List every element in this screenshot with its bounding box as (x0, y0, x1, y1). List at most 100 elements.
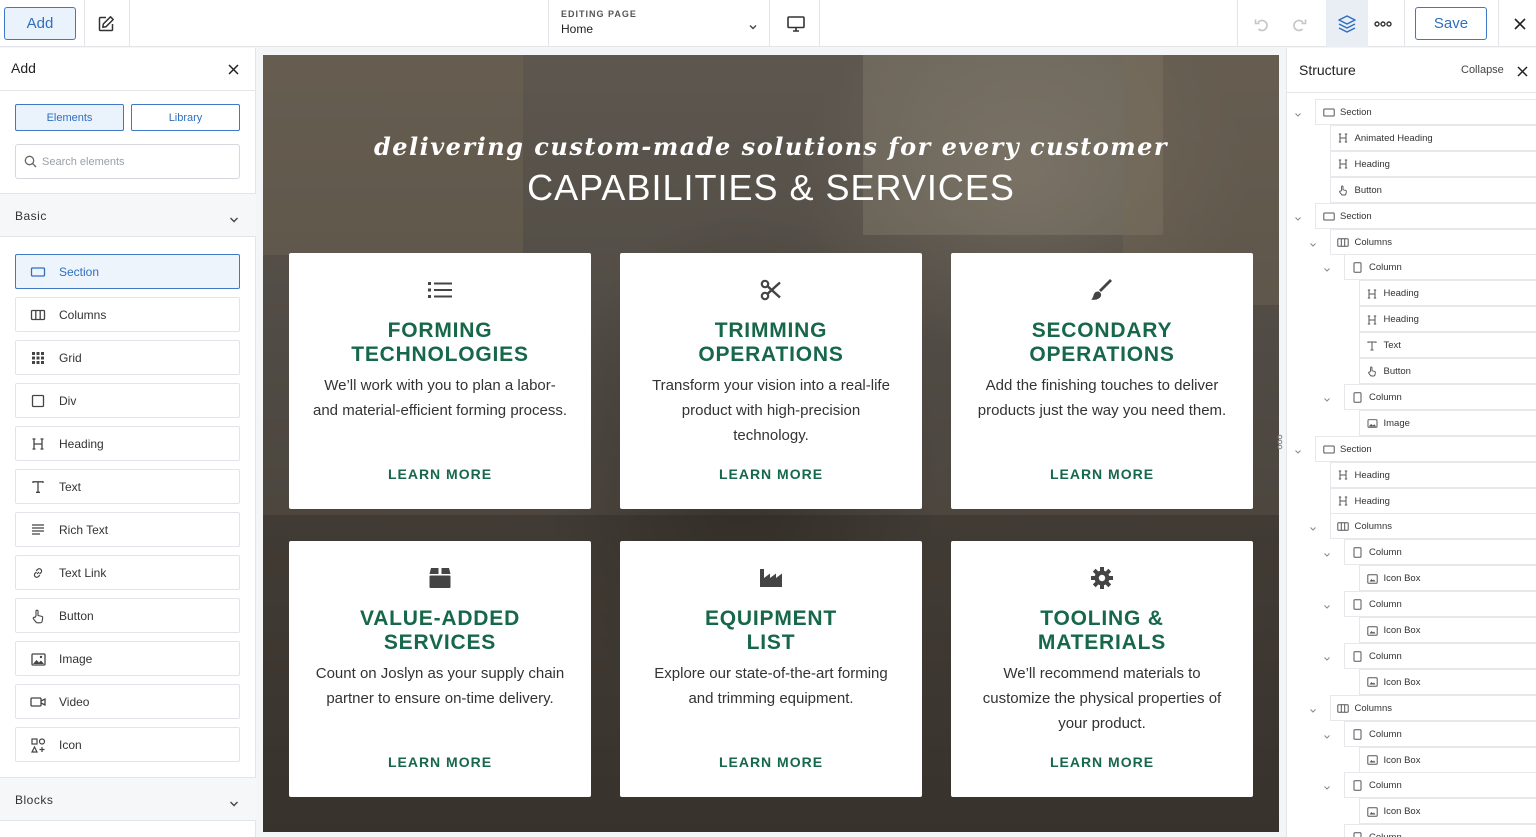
tree-node-icon-box[interactable]: Icon Box (1358, 746, 1536, 773)
add-button[interactable]: Add (4, 7, 76, 40)
tree-node-columns[interactable]: Columns (1329, 228, 1536, 255)
learn-more-link[interactable]: LEARN MORE (289, 754, 591, 770)
element-video[interactable]: Video (15, 684, 240, 719)
tab-elements[interactable]: Elements (15, 104, 124, 131)
hero-title[interactable]: CAPABILITIES & SERVICES (263, 167, 1279, 209)
element-label: Rich Text (59, 523, 109, 537)
caret-down-icon[interactable] (1309, 520, 1317, 532)
element-text[interactable]: Text (15, 469, 240, 504)
redo-icon[interactable] (1287, 12, 1311, 36)
layers-icon[interactable] (1335, 12, 1359, 36)
tree-node-section[interactable]: Section (1315, 202, 1536, 229)
element-heading[interactable]: Heading (15, 426, 240, 461)
tree-node-section[interactable]: Section (1315, 99, 1536, 125)
tree-node-column[interactable]: Column (1344, 383, 1536, 410)
caret-down-icon[interactable] (1323, 779, 1331, 791)
tree-node-column[interactable]: Column (1344, 720, 1536, 747)
search-input[interactable] (42, 153, 232, 171)
caret-down-icon[interactable] (1294, 106, 1302, 117)
tree-node-column[interactable]: Column (1344, 642, 1536, 669)
tree-node-heading[interactable]: Heading (1329, 150, 1536, 177)
hero-tagline[interactable]: delivering custom-made solutions for eve… (263, 132, 1279, 161)
tree-node-heading[interactable]: Heading (1329, 461, 1536, 488)
tree-node-label: Column (1369, 832, 1402, 837)
tree-node-columns[interactable]: Columns (1329, 694, 1536, 721)
tab-library[interactable]: Library (131, 104, 240, 131)
tree-node-text[interactable]: Text (1358, 332, 1536, 359)
collapse-button[interactable]: Collapse (1461, 64, 1504, 76)
tree-node-icon-box[interactable]: Icon Box (1358, 565, 1536, 592)
close-icon[interactable] (1508, 12, 1532, 36)
tree-node-label: Column (1369, 391, 1402, 403)
tree-node-heading[interactable]: Heading (1358, 306, 1536, 333)
element-div[interactable]: Div (15, 383, 240, 418)
blocks-group-header[interactable]: Blocks (0, 777, 256, 821)
learn-more-link[interactable]: LEARN MORE (620, 754, 922, 770)
undo-icon[interactable] (1250, 12, 1274, 36)
caret-down-icon[interactable] (1309, 236, 1317, 247)
tree-node-button[interactable]: Button (1329, 176, 1536, 203)
basic-group-header[interactable]: Basic (0, 193, 256, 237)
caret-down-icon[interactable] (1323, 650, 1331, 661)
service-card[interactable]: TRIMMING OPERATIONS Transform your visio… (620, 253, 922, 509)
industry-icon (620, 565, 922, 591)
edit-icon[interactable] (94, 12, 118, 36)
caret-down-icon[interactable] (1323, 728, 1331, 739)
tree-node-icon-box[interactable]: Icon Box (1358, 668, 1536, 695)
tree-node-column[interactable]: Column (1344, 824, 1536, 837)
search-field[interactable] (15, 144, 240, 179)
element-grid[interactable]: Grid (15, 340, 240, 375)
tree-node-image[interactable]: Image (1358, 409, 1536, 436)
page-canvas[interactable]: delivering custom-made solutions for eve… (263, 55, 1279, 832)
caret-down-icon[interactable] (1323, 391, 1331, 402)
caret-down-icon[interactable] (1323, 261, 1331, 273)
service-card[interactable]: FORMING TECHNOLOGIES We’ll work with you… (289, 253, 591, 509)
service-card[interactable]: VALUE-ADDED SERVICES Count on Joslyn as … (289, 541, 591, 797)
tree-node-icon-box[interactable]: Icon Box (1358, 617, 1536, 643)
learn-more-link[interactable]: LEARN MORE (620, 466, 922, 482)
learn-more-link[interactable]: LEARN MORE (951, 754, 1253, 770)
panel-resize-handle[interactable] (1277, 434, 1283, 450)
tree-node-column[interactable]: Column (1344, 772, 1536, 799)
caret-down-icon[interactable] (1323, 831, 1331, 837)
caret-down-icon[interactable] (1309, 702, 1317, 713)
service-card[interactable]: EQUIPMENT LIST Explore our state-of-the-… (620, 541, 922, 797)
tree-node-column[interactable]: Column (1344, 591, 1536, 618)
caret-down-icon[interactable] (1294, 210, 1302, 221)
learn-more-link[interactable]: LEARN MORE (289, 466, 591, 482)
page-selector[interactable]: EDITING PAGE Home (548, 0, 770, 47)
close-icon[interactable] (228, 62, 239, 80)
caret-down-icon[interactable] (1323, 546, 1331, 558)
card-title: VALUE-ADDED SERVICES (359, 607, 521, 654)
tree-node-column[interactable]: Column (1344, 539, 1536, 566)
tree-node-button[interactable]: Button (1358, 358, 1536, 384)
service-card[interactable]: SECONDARY OPERATIONS Add the finishing t… (951, 253, 1253, 509)
save-button[interactable]: Save (1415, 7, 1487, 40)
caret-down-icon[interactable] (1294, 443, 1302, 454)
tree-node-section[interactable]: Section (1315, 435, 1536, 462)
element-image[interactable]: Image (15, 641, 240, 676)
video-icon (30, 694, 46, 710)
element-icon[interactable]: Icon (15, 727, 240, 762)
tree-node-heading[interactable]: Heading (1329, 487, 1536, 514)
tree-node-label: Icon Box (1383, 625, 1421, 636)
element-text-link[interactable]: Text Link (15, 555, 240, 590)
more-icon[interactable] (1371, 12, 1395, 36)
caret-down-icon[interactable] (1323, 598, 1331, 609)
service-card[interactable]: TOOLING & MATERIALS We’ll recommend mate… (951, 541, 1253, 797)
tree-node-animated-heading[interactable]: Animated Heading (1329, 124, 1536, 151)
element-button[interactable]: Button (15, 598, 240, 633)
tree-node-column[interactable]: Column (1344, 254, 1536, 281)
tree-node-heading[interactable]: Heading (1358, 280, 1536, 307)
tree-node-columns[interactable]: Columns (1329, 513, 1536, 540)
close-icon[interactable] (1517, 64, 1528, 82)
column-icon (1351, 728, 1364, 741)
element-columns[interactable]: Columns (15, 297, 240, 332)
tree-node-icon-box[interactable]: Icon Box (1358, 798, 1536, 825)
learn-more-link[interactable]: LEARN MORE (951, 466, 1253, 482)
card-title: TOOLING & MATERIALS (1037, 607, 1167, 654)
tree-node-label: Section (1340, 443, 1372, 455)
element-section[interactable]: Section (15, 254, 240, 289)
desktop-icon[interactable] (784, 12, 808, 36)
element-rich-text[interactable]: Rich Text (15, 512, 240, 547)
